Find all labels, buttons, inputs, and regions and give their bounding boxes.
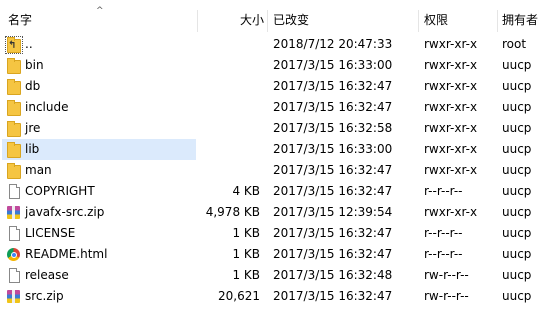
file-size: 4 KB [232, 184, 260, 198]
file-name: LICENSE [25, 226, 76, 240]
file-owner: root [502, 37, 527, 51]
column-separator[interactable] [497, 10, 498, 32]
file-owner: uucp [502, 163, 532, 177]
file-name: lib [25, 142, 40, 156]
file-modified: 2017/3/15 16:32:47 [273, 226, 393, 240]
file-name: src.zip [25, 289, 64, 303]
file-owner: uucp [502, 142, 532, 156]
file-size: 1 KB [232, 247, 260, 261]
file-size: 20,621 [218, 289, 260, 303]
file-modified: 2017/3/15 16:32:48 [273, 268, 393, 282]
file-row[interactable]: LICENSE 1 KB 2017/3/15 16:32:47 r--r--r-… [0, 223, 556, 244]
file-row[interactable]: man 2017/3/15 16:32:47 rwxr-xr-x uucp [0, 160, 556, 181]
file-owner: uucp [502, 247, 532, 261]
file-list: ↰ .. 2018/7/12 20:47:33 rwxr-xr-x root b… [0, 34, 556, 307]
file-owner: uucp [502, 289, 532, 303]
file-name: .. [25, 37, 33, 51]
file-modified: 2017/3/15 16:33:00 [273, 142, 393, 156]
file-name: release [25, 268, 69, 282]
file-modified: 2017/3/15 16:32:47 [273, 289, 393, 303]
column-header-owner[interactable]: 拥有者 [502, 12, 538, 28]
column-separator[interactable] [267, 10, 268, 32]
file-size: 1 KB [232, 226, 260, 240]
file-row[interactable]: lib 2017/3/15 16:33:00 rwxr-xr-x uucp [0, 139, 556, 160]
column-header-modified[interactable]: 已改变 [273, 12, 309, 28]
file-permissions: r--r--r-- [424, 226, 463, 240]
file-row[interactable]: jre 2017/3/15 16:32:58 rwxr-xr-x uucp [0, 118, 556, 139]
file-modified: 2017/3/15 16:32:47 [273, 79, 393, 93]
file-name: include [25, 100, 69, 114]
file-name: db [25, 79, 41, 93]
file-permissions: rw-r--r-- [424, 289, 469, 303]
file-modified: 2017/3/15 12:39:54 [273, 205, 393, 219]
folder-icon [6, 162, 22, 179]
file-owner: uucp [502, 226, 532, 240]
file-name: COPYRIGHT [25, 184, 95, 198]
parent-folder-icon: ↰ [5, 36, 23, 54]
column-separator[interactable] [418, 10, 419, 32]
file-size: 4,978 KB [205, 205, 260, 219]
folder-icon [6, 99, 22, 116]
file-permissions: rwxr-xr-x [424, 37, 478, 51]
file-name: bin [25, 58, 44, 72]
file-modified: 2017/3/15 16:32:47 [273, 100, 393, 114]
file-modified: 2017/3/15 16:32:47 [273, 163, 393, 177]
column-header-permissions[interactable]: 权限 [424, 12, 448, 28]
file-owner: uucp [502, 58, 532, 72]
file-modified: 2017/3/15 16:32:47 [273, 247, 393, 261]
sort-ascending-icon: ^ [96, 6, 104, 16]
file-permissions: r--r--r-- [424, 184, 463, 198]
file-row[interactable]: bin 2017/3/15 16:33:00 rwxr-xr-x uucp [0, 55, 556, 76]
file-name: man [25, 163, 52, 177]
file-name: README.html [25, 247, 108, 261]
file-owner: uucp [502, 121, 532, 135]
file-row[interactable]: db 2017/3/15 16:32:47 rwxr-xr-x uucp [0, 76, 556, 97]
file-permissions: rwxr-xr-x [424, 121, 478, 135]
file-modified: 2018/7/12 20:47:33 [273, 37, 393, 51]
file-row[interactable]: release 1 KB 2017/3/15 16:32:48 rw-r--r-… [0, 265, 556, 286]
folder-icon [6, 141, 22, 158]
file-name: jre [25, 121, 41, 135]
zip-archive-icon [6, 288, 22, 305]
folder-icon [6, 120, 22, 137]
file-row[interactable]: COPYRIGHT 4 KB 2017/3/15 16:32:47 r--r--… [0, 181, 556, 202]
column-header-name[interactable]: 名字 [8, 12, 32, 28]
folder-icon [6, 57, 22, 74]
file-permissions: rwxr-xr-x [424, 58, 478, 72]
file-permissions: r--r--r-- [424, 247, 463, 261]
file-permissions: rwxr-xr-x [424, 79, 478, 93]
column-header-size[interactable]: 大小 [240, 12, 264, 28]
file-row[interactable]: README.html 1 KB 2017/3/15 16:32:47 r--r… [0, 244, 556, 265]
file-row[interactable]: javafx-src.zip 4,978 KB 2017/3/15 12:39:… [0, 202, 556, 223]
file-owner: uucp [502, 100, 532, 114]
file-permissions: rwxr-xr-x [424, 142, 478, 156]
file-name: javafx-src.zip [25, 205, 105, 219]
file-row[interactable]: include 2017/3/15 16:32:47 rwxr-xr-x uuc… [0, 97, 556, 118]
document-icon [6, 183, 22, 200]
column-header: ^ 名字 大小 已改变 权限 拥有者 [0, 0, 556, 32]
file-owner: uucp [502, 184, 532, 198]
document-icon [6, 225, 22, 242]
column-separator[interactable] [197, 10, 198, 32]
zip-archive-icon [6, 204, 22, 221]
file-owner: uucp [502, 79, 532, 93]
file-modified: 2017/3/15 16:32:47 [273, 184, 393, 198]
file-modified: 2017/3/15 16:33:00 [273, 58, 393, 72]
file-permissions: rwxr-xr-x [424, 100, 478, 114]
file-row[interactable]: src.zip 20,621 2017/3/15 16:32:47 rw-r--… [0, 286, 556, 307]
file-owner: uucp [502, 205, 532, 219]
file-permissions: rwxr-xr-x [424, 205, 478, 219]
folder-icon [6, 78, 22, 95]
file-permissions: rw-r--r-- [424, 268, 469, 282]
file-row[interactable]: ↰ .. 2018/7/12 20:47:33 rwxr-xr-x root [0, 34, 556, 55]
file-modified: 2017/3/15 16:32:58 [273, 121, 393, 135]
file-owner: uucp [502, 268, 532, 282]
file-permissions: rwxr-xr-x [424, 163, 478, 177]
file-size: 1 KB [232, 268, 260, 282]
chrome-html-icon [6, 246, 22, 263]
document-icon [6, 267, 22, 284]
